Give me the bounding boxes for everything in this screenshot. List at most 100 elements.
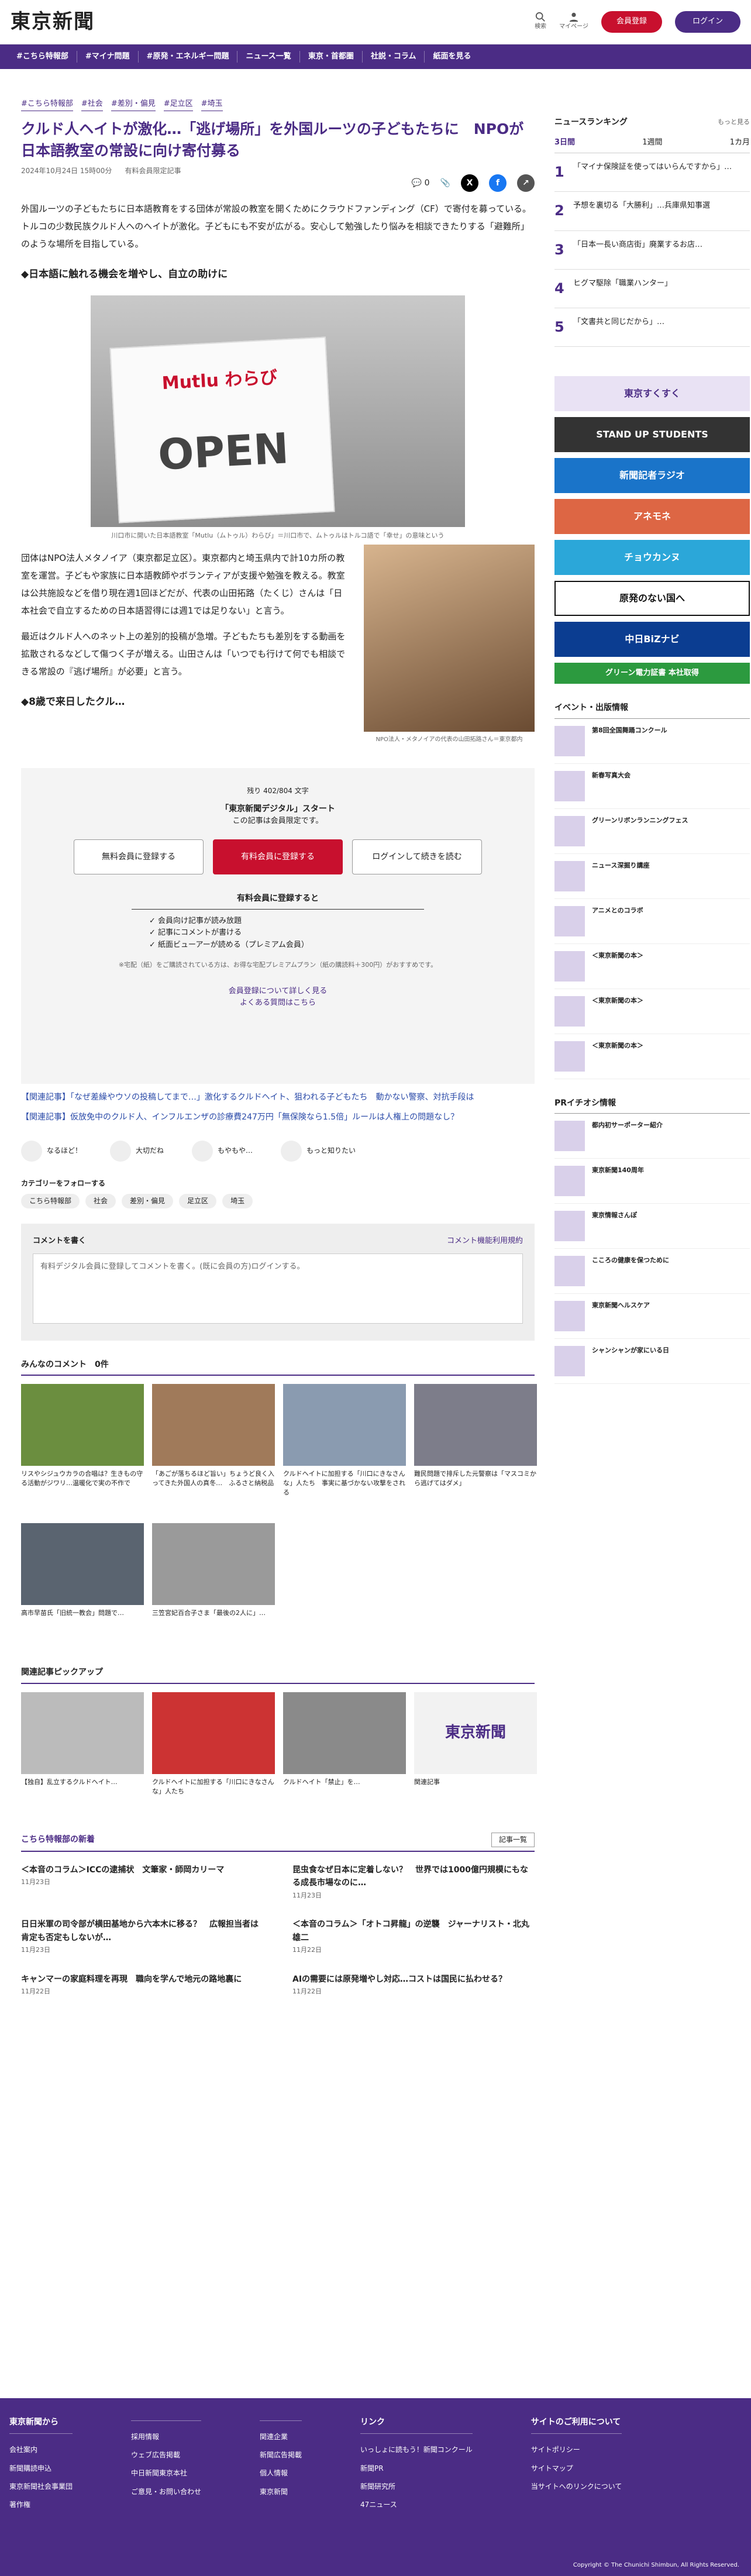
tag[interactable]: #埼玉 bbox=[201, 98, 223, 111]
membership-info-link[interactable]: 会員登録について詳しく見る bbox=[44, 986, 511, 998]
news-item[interactable]: AIの需要には原発増やし対応…コストは国民に払わせる？ 11月22日 bbox=[292, 1973, 535, 1998]
comment-count[interactable]: 💬 0 bbox=[412, 177, 430, 190]
pickup-item[interactable]: 【独自】乱立するクルドヘイト… bbox=[21, 1692, 144, 1823]
footer-link[interactable]: 新聞広告掲載 bbox=[260, 2450, 302, 2461]
ranking-tab[interactable]: 1週間 bbox=[642, 137, 662, 149]
follow-chip[interactable]: 足立区 bbox=[179, 1193, 217, 1208]
news-item[interactable]: 日日米軍の司令部が横田基地から六本木に移る？ 広報担当者は肯定も否定もしないが…… bbox=[21, 1918, 263, 1957]
footer-link[interactable]: サイトマップ bbox=[531, 2463, 622, 2474]
nav-item[interactable]: #原発・エネルギー問題 bbox=[139, 50, 238, 63]
pr-item[interactable]: 東京情報さんぽ bbox=[554, 1204, 750, 1249]
footer-link[interactable]: 新聞購読申込 bbox=[9, 2463, 73, 2474]
ranking-item[interactable]: 4 ヒグマ駆除「職業ハンター」 bbox=[554, 270, 750, 308]
nav-item[interactable]: 紙面を見る bbox=[425, 51, 479, 63]
login-button[interactable]: ログイン bbox=[674, 11, 740, 33]
special-more-button[interactable]: 記事一覧 bbox=[491, 1832, 535, 1847]
pickup-item[interactable]: 東京新聞 関連記事 bbox=[414, 1692, 537, 1823]
footer-link[interactable]: 採用情報 bbox=[131, 2432, 201, 2443]
thumb-item[interactable]: 高市早苗氏「旧統一教会」問題で… bbox=[21, 1523, 144, 1654]
footer-link[interactable]: 東京新聞 bbox=[260, 2487, 302, 2498]
pickup-item[interactable]: クルドヘイトに加担する「川口にきなさんな」人たち bbox=[152, 1692, 275, 1823]
related-link[interactable]: 【関連記事】「なぜ差繰やウソの投稿してまで…」激化するクルドヘイト、狙われる子ど… bbox=[21, 1091, 535, 1104]
banner[interactable]: アネモネ bbox=[554, 499, 750, 535]
nav-item[interactable]: 東京・首都圏 bbox=[300, 50, 363, 63]
tag[interactable]: #差別・偏見 bbox=[111, 98, 156, 111]
tag[interactable]: #社会 bbox=[81, 98, 103, 111]
nav-item[interactable]: #マイナ問題 bbox=[77, 50, 139, 63]
follow-chip[interactable]: 社会 bbox=[85, 1193, 116, 1208]
clip-icon[interactable]: 📎 bbox=[440, 177, 450, 190]
banner[interactable]: 中日BiZナビ bbox=[554, 622, 750, 657]
follow-chip[interactable]: 埼玉 bbox=[222, 1193, 253, 1208]
pr-item[interactable]: 東京新聞ヘルスケア bbox=[554, 1294, 750, 1339]
footer-link[interactable]: 会社案内 bbox=[9, 2444, 73, 2456]
pr-item[interactable]: シャンシャンが家にいる日 bbox=[554, 1339, 750, 1384]
thumb-item[interactable]: 「あごが落ちるほど旨い」ちょうど良く入ってきた外国人の真冬… ふるさと納税品 bbox=[152, 1384, 275, 1515]
nav-item[interactable]: ニュース一覧 bbox=[237, 50, 300, 63]
banner[interactable]: 原発のない国へ bbox=[554, 581, 750, 617]
follow-chip[interactable]: こちら特報部 bbox=[21, 1193, 80, 1208]
footer-link[interactable]: サイトポリシー bbox=[531, 2444, 622, 2456]
event-item[interactable]: 新春写真大会 bbox=[554, 764, 750, 809]
footer-link[interactable]: いっしょに読もう！新聞コンクール bbox=[360, 2444, 473, 2456]
thumb-item[interactable]: 三笠宮妃百合子さま「最後の2人に」… bbox=[152, 1523, 275, 1654]
banner[interactable]: グリーン電力証書 本社取得 bbox=[554, 663, 750, 684]
faq-link[interactable]: よくある質問はこちら bbox=[44, 997, 511, 1010]
x-share-icon[interactable]: X bbox=[461, 174, 478, 192]
ranking-more-link[interactable]: もっと見る bbox=[718, 117, 750, 128]
pr-item[interactable]: こころの健康を保つために bbox=[554, 1249, 750, 1294]
footer-link[interactable]: 著作権 bbox=[9, 2499, 73, 2510]
footer-link[interactable]: ウェブ広告掲載 bbox=[131, 2450, 201, 2461]
event-item[interactable]: ＜東京新聞の本＞ bbox=[554, 944, 750, 989]
comment-terms-link[interactable]: コメント機能利用規約 bbox=[447, 1235, 523, 1248]
paid-register-button[interactable]: 有料会員に登録する bbox=[213, 839, 343, 875]
facebook-share-icon[interactable]: f bbox=[489, 174, 507, 192]
nav-item[interactable]: 社説・コラム bbox=[363, 50, 425, 63]
event-item[interactable]: アニメとのコラボ bbox=[554, 899, 750, 944]
tag[interactable]: #こちら特報部 bbox=[21, 98, 73, 111]
footer-link[interactable]: 東京新聞社会事業団 bbox=[9, 2481, 73, 2492]
event-item[interactable]: グリーンリボンランニングフェス bbox=[554, 809, 750, 854]
banner[interactable]: チョウカンヌ bbox=[554, 540, 750, 576]
reaction-button[interactable]: なるほど！ bbox=[21, 1140, 82, 1162]
ranking-tab[interactable]: 1カ月 bbox=[730, 137, 750, 149]
ranking-item[interactable]: 2 予想を裏切る「大勝利」…兵庫県知事選 bbox=[554, 192, 750, 231]
search-button[interactable]: 検索 bbox=[535, 12, 546, 32]
pr-item[interactable]: 東京新聞140周年 bbox=[554, 1159, 750, 1204]
ranking-tab[interactable]: 3日間 bbox=[554, 137, 575, 149]
footer-link[interactable]: 当サイトへのリンクについて bbox=[531, 2481, 622, 2492]
reaction-button[interactable]: もやもや… bbox=[192, 1140, 253, 1162]
mypage-button[interactable]: マイページ bbox=[559, 12, 588, 32]
ranking-item[interactable]: 5 「文書共と同じだから」… bbox=[554, 308, 750, 347]
news-item[interactable]: ＜本音のコラム＞ICCの逮捕状 文筆家・師岡カリーマ 11月23日 bbox=[21, 1864, 263, 1902]
news-item[interactable]: キャンマーの家庭料理を再現 職向を学んで地元の路地裏に 11月22日 bbox=[21, 1973, 263, 1998]
thumb-item[interactable]: 難民問題で排斥した元警察は「マスコミから逃げてはダメ」 bbox=[414, 1384, 537, 1515]
banner[interactable]: STAND UP STUDENTS bbox=[554, 417, 750, 453]
thumb-item[interactable]: リスやシジュウカラの合唱は？生きもの守る活動がジワリ…温暖化で実の不作で bbox=[21, 1384, 144, 1515]
site-logo[interactable]: 東京新聞 bbox=[11, 6, 95, 37]
footer-link[interactable]: 新聞PR bbox=[360, 2463, 473, 2474]
nav-item[interactable]: #こちら特報部 bbox=[8, 50, 77, 63]
pr-item[interactable]: 都内初サーポーター紹介 bbox=[554, 1114, 750, 1159]
free-register-button[interactable]: 無料会員に登録する bbox=[74, 839, 204, 875]
event-item[interactable]: 第8回全国舞踊コンクール bbox=[554, 719, 750, 764]
ranking-item[interactable]: 3 「日本一長い商店街」廃業するお店… bbox=[554, 231, 750, 270]
pickup-item[interactable]: クルドヘイト「禁止」を… bbox=[283, 1692, 406, 1823]
banner[interactable]: 新聞記者ラジオ bbox=[554, 458, 750, 494]
footer-link[interactable]: 新聞研究所 bbox=[360, 2481, 473, 2492]
comment-input[interactable]: 有料デジタル会員に登録してコメントを書く。(既に会員の方)ログインする。 bbox=[33, 1253, 523, 1324]
tag[interactable]: #足立区 bbox=[163, 98, 193, 111]
thumb-item[interactable]: クルドヘイトに加担する「川口にきなさんな」人たち 事実に基づかない攻撃をされる bbox=[283, 1384, 406, 1515]
footer-link[interactable]: 関連企業 bbox=[260, 2432, 302, 2443]
login-read-button[interactable]: ログインして続きを読む bbox=[352, 839, 482, 875]
register-button[interactable]: 会員登録 bbox=[601, 11, 662, 33]
follow-chip[interactable]: 差別・偏見 bbox=[122, 1193, 174, 1208]
news-item[interactable]: ＜本音のコラム＞「オトコ昇龍」の逆襲 ジャーナリスト・北丸雄二 11月22日 bbox=[292, 1918, 535, 1957]
related-link[interactable]: 【関連記事】仮放免中のクルド人、インフルエンザの診療費247万円「無保険なら1.… bbox=[21, 1111, 535, 1124]
event-item[interactable]: ニュース深掘り講座 bbox=[554, 854, 750, 899]
link-share-icon[interactable]: ↗ bbox=[517, 174, 535, 192]
event-item[interactable]: ＜東京新聞の本＞ bbox=[554, 1034, 750, 1079]
banner[interactable]: 東京すくすく bbox=[554, 376, 750, 412]
footer-link[interactable]: 個人情報 bbox=[260, 2468, 302, 2479]
reaction-button[interactable]: もっと知りたい bbox=[281, 1140, 356, 1162]
